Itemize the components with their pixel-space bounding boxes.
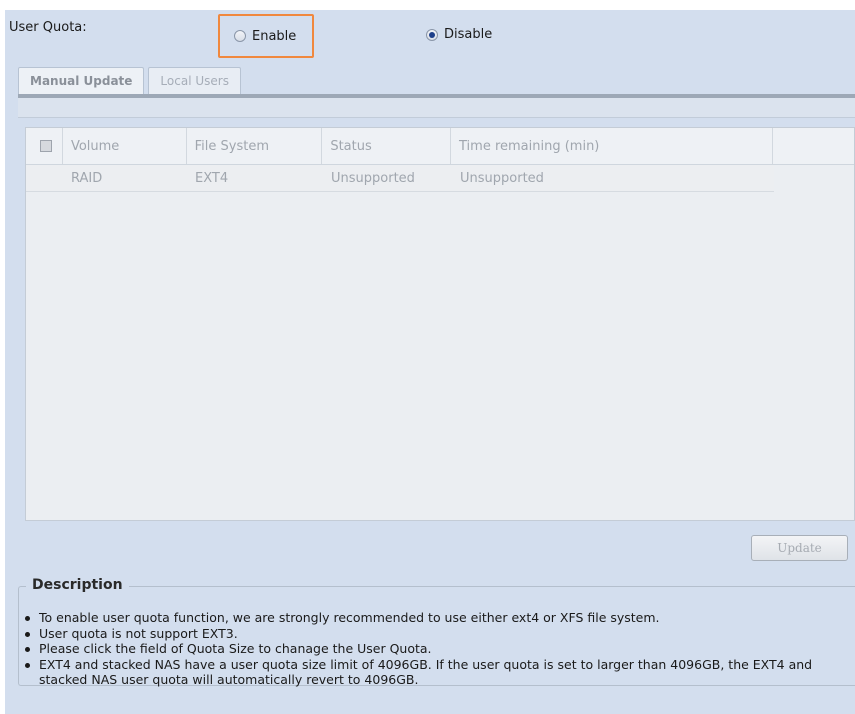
tab-manual-update[interactable]: Manual Update <box>18 67 145 94</box>
column-header-volume[interactable]: Volume <box>63 128 187 164</box>
row-select-cell[interactable] <box>26 165 63 191</box>
enable-radio-option[interactable]: Enable <box>218 14 314 58</box>
select-all-checkbox[interactable] <box>40 140 52 152</box>
table-row[interactable]: RAID EXT4 Unsupported Unsupported <box>26 165 774 192</box>
description-title: Description <box>26 577 129 593</box>
column-header-status[interactable]: Status <box>322 128 451 164</box>
update-button[interactable]: Update <box>751 535 848 561</box>
time-remaining-cell: Unsupported <box>460 170 544 186</box>
column-header-time-remaining[interactable]: Time remaining (min) <box>451 128 774 164</box>
select-all-cell[interactable] <box>26 128 63 164</box>
disable-radio-button[interactable] <box>426 28 438 41</box>
file-system-cell: EXT4 <box>195 170 229 186</box>
column-header-filler <box>773 128 854 164</box>
toolbar-strip <box>18 98 855 118</box>
disable-radio-label: Disable <box>444 27 493 42</box>
tab-bar: Manual Update Local Users <box>18 67 241 94</box>
volume-grid: Volume File System Status Time remaining… <box>25 127 855 521</box>
tab-local-users[interactable]: Local Users <box>148 67 241 94</box>
grid-header: Volume File System Status Time remaining… <box>26 128 854 165</box>
column-header-file-system[interactable]: File System <box>187 128 323 164</box>
disable-radio-option[interactable]: Disable <box>426 27 492 42</box>
description-item: EXT4 and stacked NAS have a user quota s… <box>20 657 850 688</box>
description-list: To enable user quota function, we are st… <box>20 610 850 688</box>
user-quota-label: User Quota: <box>9 20 87 35</box>
status-cell: Unsupported <box>331 170 415 186</box>
volume-cell: RAID <box>71 170 103 186</box>
description-item: To enable user quota function, we are st… <box>20 610 850 626</box>
enable-radio-label: Enable <box>252 28 297 44</box>
description-item: Please click the field of Quota Size to … <box>20 641 850 657</box>
description-item: User quota is not support EXT3. <box>20 626 850 642</box>
enable-radio-button[interactable] <box>234 30 246 42</box>
